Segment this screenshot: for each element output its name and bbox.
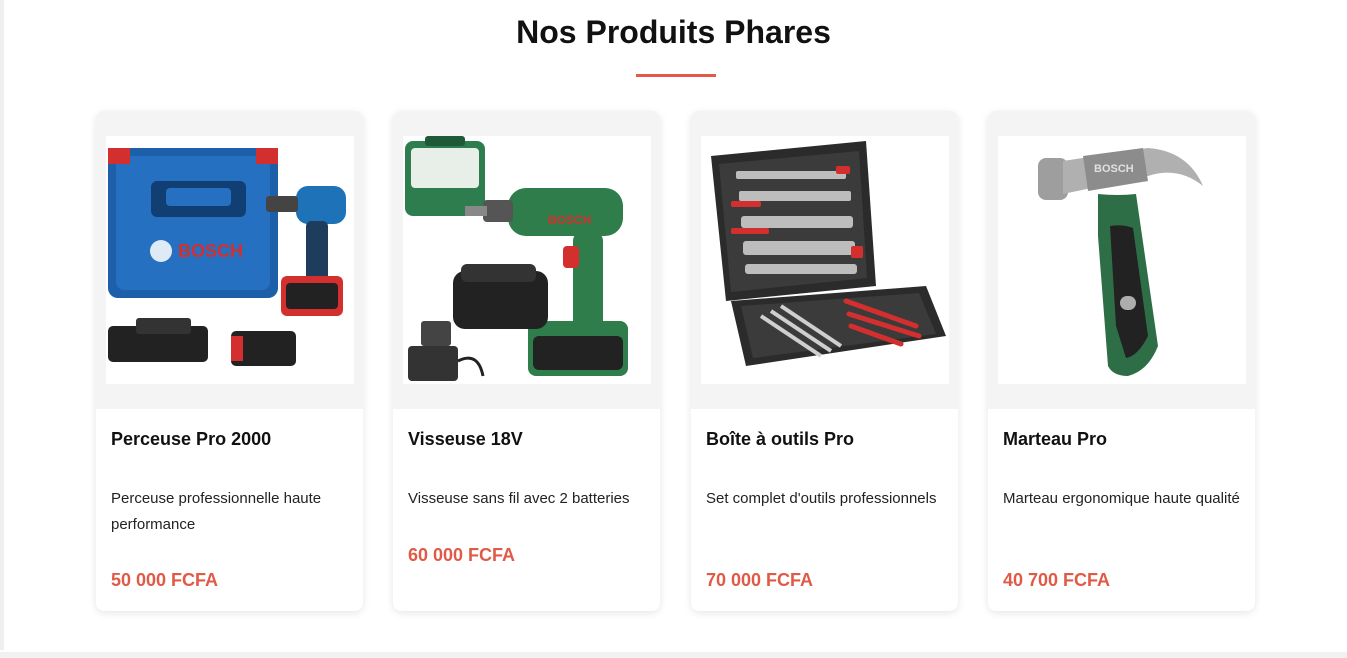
section-title: Nos Produits Phares xyxy=(516,14,831,50)
product-media: BOSCH xyxy=(96,111,363,409)
drill-kit-icon[interactable]: BOSCH xyxy=(106,136,354,384)
product-card[interactable]: Boîte à outils Pro Set complet d'outils … xyxy=(691,111,958,611)
svg-text:BOSCH: BOSCH xyxy=(178,241,243,261)
product-price: 70 000 FCFA xyxy=(706,570,814,590)
screwdriver-kit-icon[interactable]: BOSCH xyxy=(403,136,651,384)
page: Nos Produits Phares BOSCH Perceuse Pro 2… xyxy=(0,0,1347,658)
product-card[interactable]: BOSCH Visseuse 18V Visseuse sans fil ave… xyxy=(393,111,660,611)
product-media: BOSCH xyxy=(988,111,1255,409)
product-description: Marteau ergonomique haute qualité xyxy=(1003,490,1240,507)
product-name[interactable]: Marteau Pro xyxy=(1003,429,1107,450)
product-price: 50 000 FCFA xyxy=(111,570,219,590)
product-name[interactable]: Boîte à outils Pro xyxy=(706,429,854,450)
product-media xyxy=(691,111,958,409)
product-price: 40 700 FCFA xyxy=(1003,570,1111,590)
svg-text:BOSCH: BOSCH xyxy=(548,213,591,227)
product-card[interactable]: BOSCH Marteau Pro Marteau ergonomique ha… xyxy=(988,111,1255,611)
product-price: 60 000 FCFA xyxy=(408,545,516,565)
product-description: Visseuse sans fil avec 2 batteries xyxy=(408,490,630,507)
product-card[interactable]: BOSCH Perceuse Pro 2000 Perceuse profess… xyxy=(96,111,363,611)
product-description: Set complet d'outils professionnels xyxy=(706,490,937,507)
product-name[interactable]: Visseuse 18V xyxy=(408,429,523,450)
left-border xyxy=(0,0,4,650)
svg-text:BOSCH: BOSCH xyxy=(1094,163,1134,175)
product-media: BOSCH xyxy=(393,111,660,409)
product-name[interactable]: Perceuse Pro 2000 xyxy=(111,429,271,450)
toolbox-icon[interactable] xyxy=(701,136,949,384)
page-bottom-border xyxy=(0,652,1347,658)
hammer-icon[interactable]: BOSCH xyxy=(998,136,1246,384)
product-description: Perceuse professionnelle haute performan… xyxy=(111,490,322,533)
title-underline xyxy=(636,74,716,77)
